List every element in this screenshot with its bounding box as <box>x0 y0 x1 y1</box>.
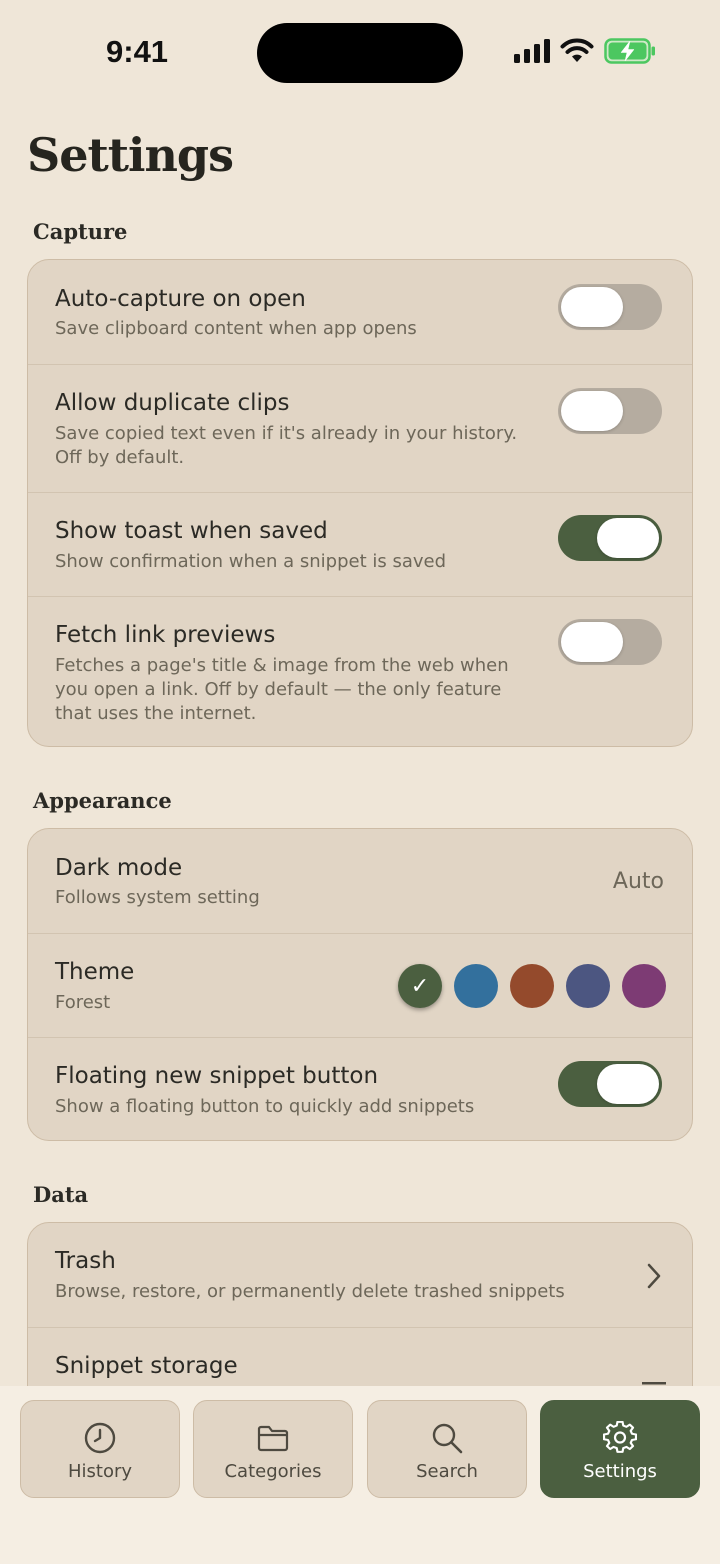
toggle-knob <box>561 287 623 327</box>
toggle-knob <box>597 518 659 558</box>
setting-subtitle: you open a link. Off by default — the on… <box>55 679 502 700</box>
setting-subtitle: Browse, restore, or permanently delete t… <box>55 1281 565 1302</box>
setting-row-floating-button[interactable]: Floating new snippet button Show a float… <box>28 1037 692 1140</box>
setting-title: Trash <box>55 1248 116 1274</box>
setting-subtitle: that uses the internet. <box>55 703 257 724</box>
clock-icon <box>84 1422 116 1454</box>
section-title-capture: Capture <box>33 219 128 244</box>
status-icons <box>514 38 656 64</box>
section-title-data: Data <box>33 1182 89 1207</box>
tab-label: History <box>67 1461 133 1482</box>
tab-categories[interactable]: Categories <box>193 1400 353 1498</box>
setting-row-show-toast[interactable]: Show toast when saved Show confirmation … <box>28 492 692 596</box>
status-time: 9:41 <box>106 34 169 69</box>
appearance-card: Dark mode Follows system setting Auto Th… <box>27 828 693 1141</box>
setting-row-trash[interactable]: Trash Browse, restore, or permanently de… <box>28 1223 692 1327</box>
link-previews-toggle[interactable] <box>558 619 662 665</box>
setting-row-theme: Theme Forest ✓ <box>28 933 692 1037</box>
allow-duplicates-toggle[interactable] <box>558 388 662 434</box>
theme-swatch-rust[interactable] <box>510 964 554 1008</box>
theme-swatch-plum[interactable] <box>622 964 666 1008</box>
tab-history[interactable]: History <box>20 1400 180 1498</box>
setting-row-link-previews[interactable]: Fetch link previews Fetches a page's tit… <box>28 596 692 746</box>
tab-settings[interactable]: Settings <box>540 1400 700 1498</box>
setting-title: Floating new snippet button <box>55 1063 379 1089</box>
theme-swatch-blue[interactable] <box>454 964 498 1008</box>
setting-subtitle: Show a floating button to quickly add sn… <box>55 1096 475 1117</box>
setting-subtitle: Off by default. <box>55 447 185 468</box>
dynamic-island <box>257 23 463 83</box>
chevron-right-icon <box>647 1263 661 1289</box>
toggle-knob <box>561 622 623 662</box>
show-toast-toggle[interactable] <box>558 515 662 561</box>
tab-label: Search <box>416 1461 478 1482</box>
folder-icon <box>257 1425 289 1452</box>
setting-row-dark-mode[interactable]: Dark mode Follows system setting Auto <box>28 829 692 933</box>
setting-subtitle: Forest <box>55 992 111 1013</box>
theme-swatch-indigo[interactable] <box>566 964 610 1008</box>
setting-title: Auto-capture on open <box>55 286 306 312</box>
tab-label: Settings <box>583 1461 657 1482</box>
cellular-signal-icon <box>514 39 550 63</box>
setting-row-auto-capture[interactable]: Auto-capture on open Save clipboard cont… <box>28 260 692 364</box>
floating-button-toggle[interactable] <box>558 1061 662 1107</box>
setting-subtitle: Fetches a page's title & image from the … <box>55 655 509 676</box>
theme-swatch-forest[interactable]: ✓ <box>398 964 442 1008</box>
dark-mode-value[interactable]: Auto <box>613 869 664 894</box>
wifi-icon <box>560 38 594 62</box>
setting-title: Allow duplicate clips <box>55 390 290 416</box>
tab-label: Categories <box>224 1461 322 1482</box>
setting-row-allow-duplicates[interactable]: Allow duplicate clips Save copied text e… <box>28 364 692 492</box>
toggle-knob <box>561 391 623 431</box>
setting-subtitle: Save copied text even if it's already in… <box>55 423 518 444</box>
tab-bar: History Categories Search Settings <box>0 1386 720 1564</box>
setting-subtitle: Follows system setting <box>55 887 260 908</box>
gear-icon <box>603 1421 637 1453</box>
auto-capture-toggle[interactable] <box>558 284 662 330</box>
theme-swatches: ✓ <box>398 964 666 1008</box>
page-title: Settings <box>27 128 234 182</box>
search-icon <box>432 1423 463 1454</box>
capture-card: Auto-capture on open Save clipboard cont… <box>27 259 693 747</box>
battery-charging-icon <box>604 38 655 64</box>
setting-title: Theme <box>55 959 135 985</box>
toggle-knob <box>597 1064 659 1104</box>
status-bar: 9:41 <box>0 0 720 105</box>
setting-subtitle: Save clipboard content when app opens <box>55 318 417 339</box>
checkmark-icon: ✓ <box>410 973 430 999</box>
setting-title: Fetch link previews <box>55 622 276 648</box>
tab-search[interactable]: Search <box>367 1400 527 1498</box>
section-title-appearance: Appearance <box>33 788 172 813</box>
setting-subtitle: Show confirmation when a snippet is save… <box>55 551 447 572</box>
setting-title: Show toast when saved <box>55 518 328 544</box>
setting-title: Dark mode <box>55 855 183 881</box>
setting-title: Snippet storage <box>55 1353 238 1379</box>
